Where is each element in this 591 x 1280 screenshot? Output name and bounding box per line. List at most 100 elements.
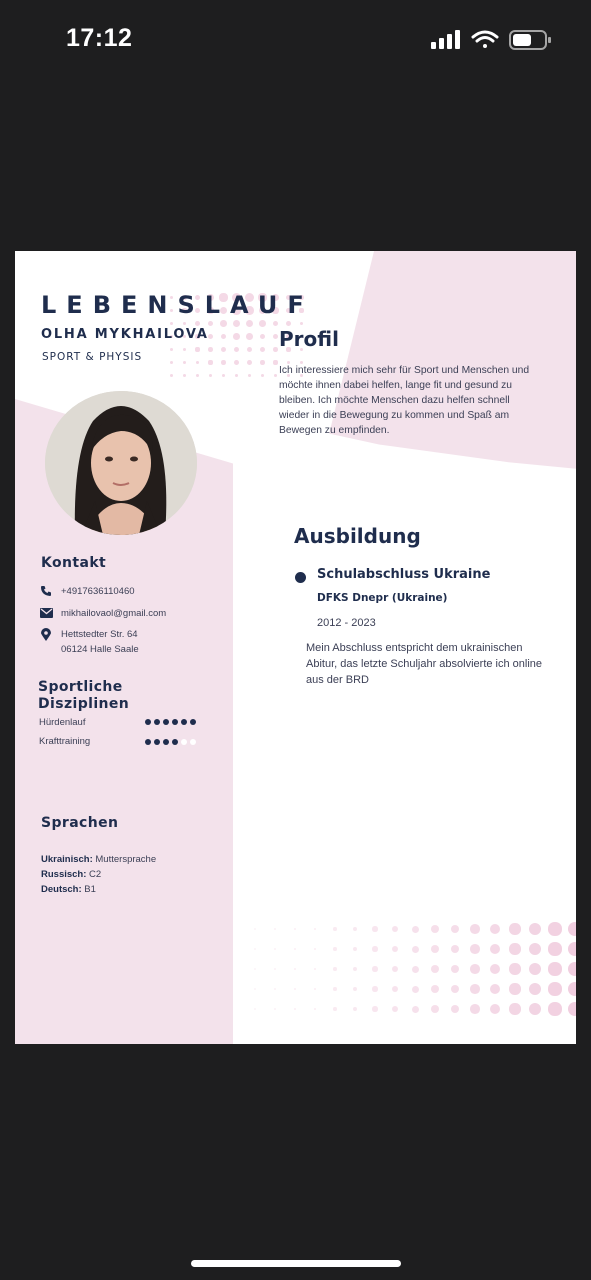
profile-text: Ich interessiere mich sehr für Sport und…: [279, 365, 530, 436]
decor-dot: [272, 333, 279, 340]
decor-dot: [207, 320, 214, 327]
decor-dot: [294, 988, 296, 990]
decor-dot: [411, 965, 419, 973]
decor-dot: [391, 925, 399, 933]
decor-dot: [411, 1005, 419, 1013]
decor-dot: [195, 360, 200, 365]
decor-dot: [372, 966, 378, 972]
decor-dot: [208, 347, 213, 352]
decor-dot: [195, 321, 200, 326]
language-level: B1: [84, 884, 96, 895]
contact-heading: Kontakt: [41, 555, 107, 571]
mail-icon: [39, 607, 53, 619]
rating-dot-empty: [190, 739, 196, 745]
decor-dot: [431, 1005, 439, 1013]
disciplines-heading: Sportliche Disziplinen: [38, 679, 129, 713]
skill-rating: [145, 719, 196, 725]
rating-dot-filled: [145, 719, 151, 725]
decor-dot: [431, 945, 439, 953]
decor-dot: [568, 1002, 576, 1016]
decor-dot: [220, 320, 227, 327]
decor-dot: [548, 922, 562, 936]
decor-dot: [221, 360, 226, 365]
decor-dot: [294, 928, 296, 930]
decor-dot: [182, 373, 187, 378]
phone-icon: [39, 585, 53, 597]
decor-dot: [273, 347, 278, 352]
decor-dot: [372, 986, 378, 992]
rating-dot-filled: [190, 719, 196, 725]
language-item: Russisch: C2: [41, 869, 101, 880]
language-level: C2: [89, 869, 102, 880]
languages-heading: Sprachen: [41, 815, 119, 831]
decor-dot: [254, 968, 256, 970]
decor-dot: [431, 965, 439, 973]
decor-dot: [509, 1003, 521, 1015]
contact-phone[interactable]: +4917636110460: [39, 584, 135, 599]
decor-dot: [528, 962, 542, 976]
decor-dot: [528, 922, 542, 936]
rating-dot-filled: [181, 719, 187, 725]
decor-dot: [273, 360, 278, 365]
rating-dot-empty: [181, 739, 187, 745]
decor-dot: [450, 924, 460, 934]
decor-dot: [333, 967, 337, 971]
decor-dot: [170, 374, 173, 377]
decor-dot: [274, 948, 276, 950]
home-indicator[interactable]: [191, 1260, 401, 1267]
decor-dot: [333, 947, 337, 951]
decor-dot: [568, 982, 576, 996]
decor-dot: [220, 333, 227, 340]
decor-dot: [548, 962, 562, 976]
rating-dot-filled: [154, 739, 160, 745]
decor-dot: [333, 927, 337, 931]
decor-dot: [509, 983, 521, 995]
decor-dot: [470, 944, 480, 954]
phone-number: +4917636110460: [61, 586, 135, 597]
decor-dot: [528, 982, 542, 996]
decor-dot: [568, 922, 576, 936]
decor-dot: [509, 923, 521, 935]
decor-dot: [411, 945, 419, 953]
decor-dot: [274, 988, 276, 990]
language-name: Russisch:: [41, 869, 87, 880]
decor-dot: [272, 320, 279, 327]
education-description: Mein Abschluss entspricht dem ukrainisch…: [306, 642, 543, 686]
decor-dot: [431, 985, 439, 993]
decor-dot: [372, 926, 378, 932]
decor-dot: [391, 1005, 399, 1013]
decor-dot: [170, 348, 173, 351]
decor-dot: [247, 360, 252, 365]
contact-email[interactable]: mikhailovaol@gmail.com: [39, 606, 166, 621]
decor-dot: [509, 943, 521, 955]
decor-dot: [259, 320, 266, 327]
contact-address: Hettstedter Str. 64 06124 Halle Saale: [39, 627, 139, 657]
decor-dot: [470, 1004, 480, 1014]
education-institution: DFKS Dnepr (Ukraine): [317, 592, 448, 604]
decor-dot: [313, 967, 317, 971]
decor-dot: [254, 1008, 256, 1010]
decor-dot: [489, 1003, 501, 1015]
decor-dot: [247, 373, 252, 378]
decor-dot: [470, 964, 480, 974]
decor-dot: [411, 925, 419, 933]
decor-dot: [372, 946, 378, 952]
decor-dot: [232, 319, 241, 328]
language-level: Muttersprache: [95, 854, 157, 865]
decor-dots-bottom: [245, 919, 576, 1029]
battery-icon: [509, 30, 551, 50]
decor-dot: [170, 322, 173, 325]
decor-dot: [333, 1007, 337, 1011]
decor-dot: [450, 984, 460, 994]
decor-dot: [391, 965, 399, 973]
decor-dot: [489, 983, 501, 995]
decor-dot: [391, 945, 399, 953]
language-item: Deutsch: B1: [41, 884, 96, 895]
decor-dot: [274, 928, 276, 930]
decor-dot: [313, 947, 317, 951]
decor-dot: [274, 968, 276, 970]
rating-dot-filled: [163, 719, 169, 725]
decor-dot: [431, 925, 439, 933]
decor-dot: [220, 346, 227, 353]
decor-dot: [259, 333, 266, 340]
